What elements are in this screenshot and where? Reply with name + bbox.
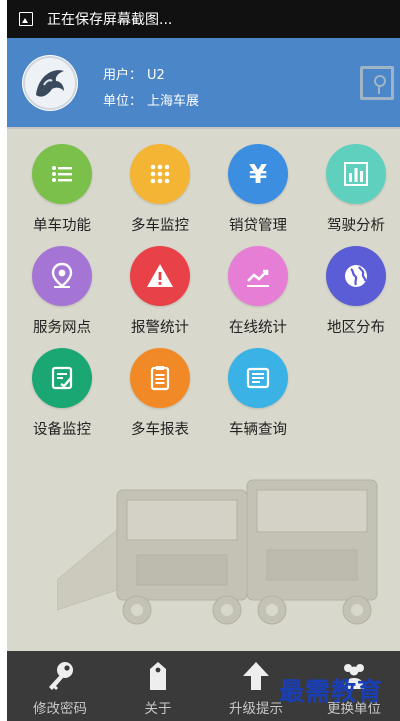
menu-label: 在线统计 (229, 320, 287, 336)
menu-item-multi-monitor[interactable]: 多车监控 (111, 140, 209, 240)
tab-change-password[interactable]: 修改密码 (11, 651, 109, 721)
truck-illustration (56, 460, 387, 630)
menu-item-online-stats[interactable]: 在线统计 (209, 242, 307, 342)
app-screen: 正在保存屏幕截图... 用户： U2 单位： 上海车展 单车功能 多车监控 ¥ … (7, 0, 400, 721)
user-header: 用户： U2 单位： 上海车展 (7, 38, 400, 129)
location-pin-icon (32, 246, 92, 306)
menu-label: 驾驶分析 (327, 218, 385, 234)
list-icon (32, 144, 92, 204)
menu-item-device-monitor[interactable]: 设备监控 (13, 344, 111, 444)
menu-label: 报警统计 (131, 320, 189, 336)
menu-label: 多车监控 (131, 218, 189, 234)
alert-icon (130, 246, 190, 306)
user-value: U2 (147, 68, 165, 83)
clipboard-list-icon (130, 348, 190, 408)
menu-item-service-points[interactable]: 服务网点 (13, 242, 111, 342)
unit-label: 单位： (103, 94, 143, 109)
menu-label: 销贷管理 (229, 218, 287, 234)
menu-label: 服务网点 (33, 320, 91, 336)
unit-value: 上海车展 (147, 94, 200, 109)
svg-text:¥: ¥ (249, 160, 267, 190)
search-list-icon (228, 348, 288, 408)
watermark-text: 最需教育 (279, 677, 384, 706)
edit-note-icon (32, 348, 92, 408)
arrow-up-icon (243, 662, 269, 690)
menu-label: 地区分布 (327, 320, 385, 336)
menu-item-loan-management[interactable]: ¥ 销贷管理 (209, 140, 307, 240)
menu-item-multi-report[interactable]: 多车报表 (111, 344, 209, 444)
trend-line-icon (228, 246, 288, 306)
menu-item-alarm-stats[interactable]: 报警统计 (111, 242, 209, 342)
tab-about[interactable]: 关于 (109, 651, 207, 721)
menu-item-region-distribution[interactable]: 地区分布 (307, 242, 400, 342)
tag-icon (150, 662, 166, 690)
menu-item-single-vehicle[interactable]: 单车功能 (13, 140, 111, 240)
tab-label: 修改密码 (33, 701, 87, 717)
user-info: 用户： U2 单位： 上海车展 (103, 63, 199, 115)
key-icon (49, 662, 73, 690)
tab-label: 关于 (144, 701, 172, 717)
avatar[interactable] (22, 55, 78, 111)
menu-label: 单车功能 (33, 218, 91, 234)
globe-icon (326, 246, 386, 306)
lock-icon[interactable] (360, 66, 394, 100)
user-label: 用户： (103, 68, 143, 83)
menu-item-vehicle-query[interactable]: 车辆查询 (209, 344, 307, 444)
bar-chart-icon (326, 144, 386, 204)
status-bar: 正在保存屏幕截图... (7, 0, 400, 38)
menu-label: 车辆查询 (229, 422, 287, 438)
yen-icon: ¥ (228, 144, 288, 204)
status-text: 正在保存屏幕截图... (47, 12, 173, 28)
screenshot-icon (19, 12, 33, 26)
menu-label: 多车报表 (131, 422, 189, 438)
menu-item-driving-analysis[interactable]: 驾驶分析 (307, 140, 400, 240)
dots-grid-icon (130, 144, 190, 204)
menu-label: 设备监控 (33, 422, 91, 438)
